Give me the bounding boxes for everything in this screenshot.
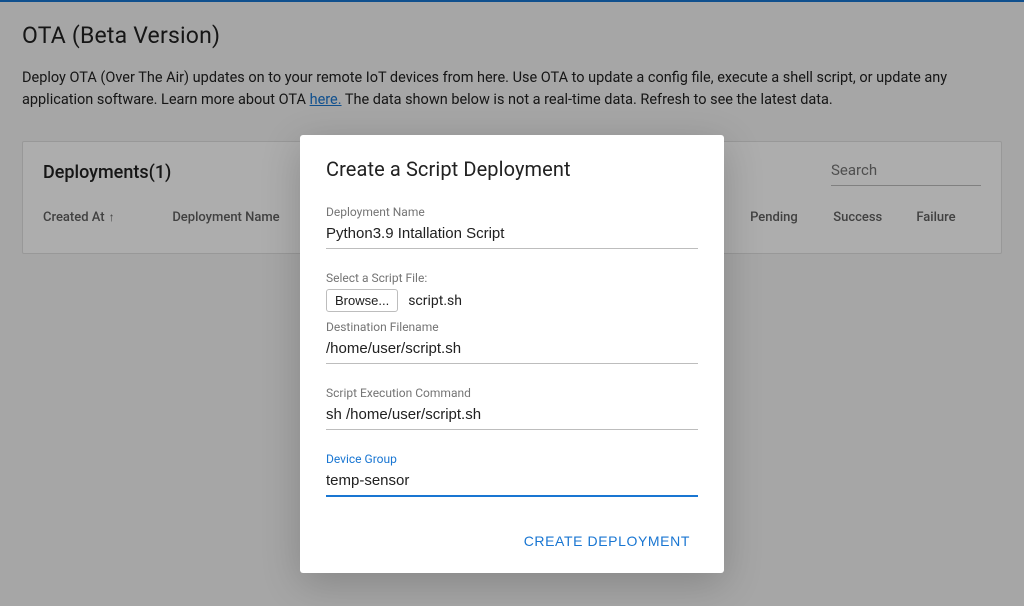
field-deployment-name: Deployment Name	[326, 205, 698, 249]
field-exec-command: Script Execution Command	[326, 386, 698, 430]
create-deployment-button[interactable]: CREATE DEPLOYMENT	[516, 527, 698, 555]
field-destination: Destination Filename	[326, 320, 698, 364]
dialog-title: Create a Script Deployment	[326, 157, 698, 181]
create-deployment-dialog: Create a Script Deployment Deployment Na…	[300, 135, 724, 573]
field-device-group: Device Group	[326, 452, 698, 497]
dialog-actions: CREATE DEPLOYMENT	[326, 527, 698, 555]
deployment-name-label: Deployment Name	[326, 205, 698, 219]
file-row: Browse... script.sh	[326, 289, 698, 312]
destination-label: Destination Filename	[326, 320, 698, 334]
exec-command-label: Script Execution Command	[326, 386, 698, 400]
destination-input[interactable]	[326, 338, 698, 364]
deployment-name-input[interactable]	[326, 223, 698, 249]
selected-filename: script.sh	[408, 293, 462, 309]
modal-overlay[interactable]: Create a Script Deployment Deployment Na…	[0, 0, 1024, 606]
exec-command-input[interactable]	[326, 404, 698, 430]
device-group-input[interactable]	[326, 470, 698, 497]
script-file-label: Select a Script File:	[326, 271, 698, 285]
browse-button[interactable]: Browse...	[326, 289, 398, 312]
device-group-label: Device Group	[326, 452, 698, 466]
field-script-file: Select a Script File: Browse... script.s…	[326, 271, 698, 312]
